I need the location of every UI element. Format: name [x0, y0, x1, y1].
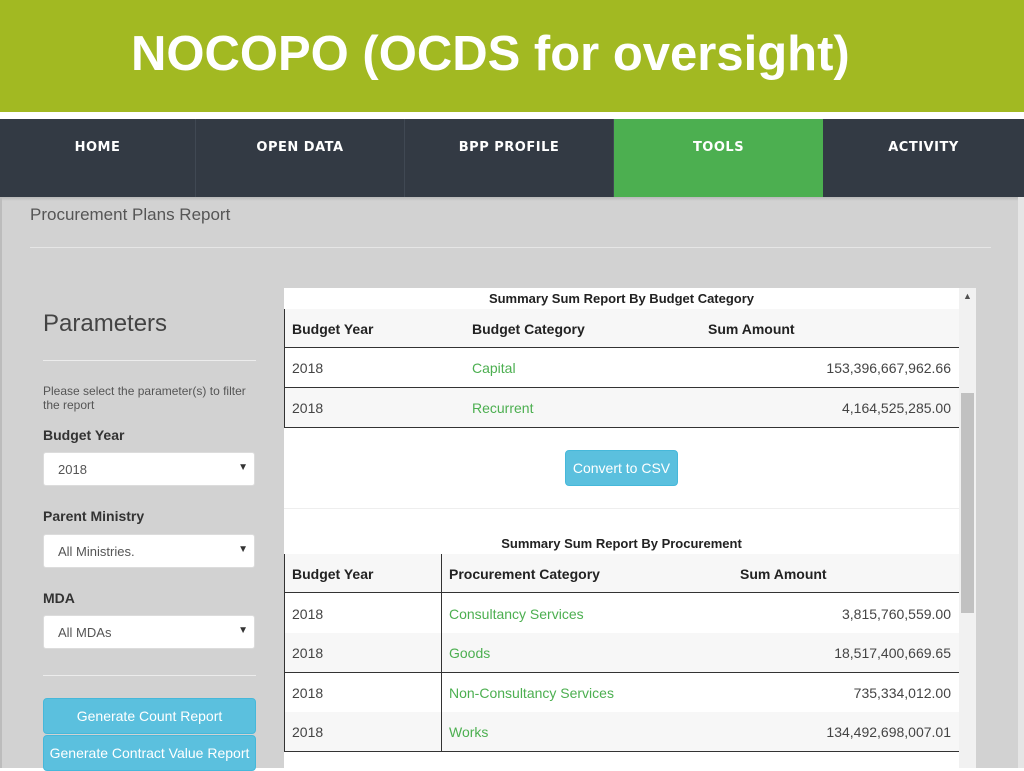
parent-ministry-label: Parent Ministry — [43, 508, 145, 524]
nav-label-bpp-profile: BPP PROFILE — [458, 140, 560, 155]
procurement-caption: Summary Sum Report By Procurement — [501, 536, 742, 551]
budget-category-caption: Summary Sum Report By Budget Category — [488, 291, 755, 306]
header-budget-year: Budget Year — [292, 321, 374, 337]
nav-item-open-data[interactable]: OPEN DATA — [196, 119, 405, 197]
header-banner: NOCOPO (OCDS for oversight) — [0, 0, 1024, 112]
dropdown-arrow-icon: ▼ — [238, 544, 248, 555]
parameters-title: Parameters — [43, 310, 168, 337]
row-divider — [284, 427, 959, 428]
cell-year: 2018 — [292, 645, 324, 661]
left-border — [0, 197, 2, 768]
mda-select[interactable]: All MDAs ▼ — [43, 615, 255, 649]
cell-category-link[interactable]: Capital — [472, 360, 516, 376]
cell-amount: 18,517,400,669.65 — [834, 645, 951, 661]
parameters-divider-bottom — [43, 675, 256, 676]
header-procurement-category: Procurement Category — [449, 566, 600, 582]
report-panel: Summary Sum Report By Budget Category Bu… — [284, 288, 959, 768]
budget-year-label: Budget Year — [43, 427, 125, 443]
nav-item-home[interactable]: HOME — [0, 119, 196, 197]
banner-title: NOCOPO (OCDS for oversight) — [131, 27, 850, 81]
table-row: 2018 Consultancy Services 3,815,760,559.… — [284, 594, 959, 633]
report-scrollbar[interactable]: ▲ — [959, 288, 976, 768]
parameters-help-text: Please select the parameter(s) to filter… — [43, 384, 246, 412]
nav-item-bpp-profile[interactable]: BPP PROFILE — [405, 119, 614, 197]
header-budget-category: Budget Category — [472, 321, 585, 337]
cell-category-link[interactable]: Works — [449, 724, 488, 740]
convert-to-csv-button[interactable]: Convert to CSV — [565, 450, 678, 486]
cell-year: 2018 — [292, 606, 324, 622]
parameters-divider — [43, 360, 256, 361]
cell-category-link[interactable]: Non-Consultancy Services — [449, 685, 614, 701]
header-sum-amount: Sum Amount — [708, 321, 795, 337]
mda-value: All MDAs — [58, 625, 112, 640]
title-divider — [30, 247, 991, 248]
table-row: 2018 Non-Consultancy Services 735,334,01… — [284, 673, 959, 712]
nav-item-activity[interactable]: ACTIVITY — [823, 119, 1024, 197]
cell-amount: 3,815,760,559.00 — [842, 606, 951, 622]
cell-year: 2018 — [292, 360, 324, 376]
dropdown-arrow-icon: ▼ — [238, 462, 248, 473]
table-row: 2018 Works 134,492,698,007.01 — [284, 712, 959, 751]
main-nav: HOME OPEN DATA BPP PROFILE TOOLS ACTIVIT… — [0, 119, 1024, 197]
right-edge — [1018, 197, 1024, 768]
generate-count-report-button[interactable]: Generate Count Report — [43, 698, 256, 734]
nav-label-activity: ACTIVITY — [888, 140, 959, 155]
generate-contract-value-report-button[interactable]: Generate Contract Value Report — [43, 735, 256, 771]
cell-year: 2018 — [292, 724, 324, 740]
procurement-header-row: Budget Year Procurement Category Sum Amo… — [284, 554, 959, 593]
table-left-border — [284, 554, 285, 752]
nav-label-tools: TOOLS — [692, 140, 745, 155]
budget-year-select[interactable]: 2018 ▼ — [43, 452, 255, 486]
nav-label-home: HOME — [74, 140, 121, 155]
cell-category-link[interactable]: Consultancy Services — [449, 606, 584, 622]
header-budget-year: Budget Year — [292, 566, 374, 582]
row-divider — [284, 751, 959, 752]
cell-amount: 4,164,525,285.00 — [842, 400, 951, 416]
header-sum-amount: Sum Amount — [740, 566, 827, 582]
cell-amount: 153,396,667,962.66 — [826, 360, 951, 376]
cell-year: 2018 — [292, 400, 324, 416]
table-row: 2018 Recurrent 4,164,525,285.00 — [284, 388, 959, 427]
scrollbar-thumb[interactable] — [961, 393, 974, 613]
dropdown-arrow-icon: ▼ — [238, 625, 248, 636]
scroll-up-arrow-icon[interactable]: ▲ — [959, 288, 976, 305]
nav-item-tools[interactable]: TOOLS — [614, 119, 823, 197]
nav-label-open-data: OPEN DATA — [256, 140, 344, 155]
cell-category-link[interactable]: Goods — [449, 645, 490, 661]
section-separator — [284, 508, 959, 509]
nav-shadow — [0, 197, 1024, 201]
mda-label: MDA — [43, 590, 75, 606]
parent-ministry-select[interactable]: All Ministries. ▼ — [43, 534, 255, 568]
table-left-border — [284, 309, 285, 428]
budget-category-header-row: Budget Year Budget Category Sum Amount — [284, 309, 959, 348]
page-title: Procurement Plans Report — [30, 205, 231, 224]
cell-category-link[interactable]: Recurrent — [472, 400, 533, 416]
budget-year-value: 2018 — [58, 462, 87, 477]
parent-ministry-value: All Ministries. — [58, 544, 135, 559]
cell-amount: 134,492,698,007.01 — [826, 724, 951, 740]
cell-amount: 735,334,012.00 — [853, 685, 951, 701]
table-row: 2018 Goods 18,517,400,669.65 — [284, 633, 959, 672]
column-divider — [441, 554, 442, 752]
table-row: 2018 Capital 153,396,667,962.66 — [284, 348, 959, 387]
cell-year: 2018 — [292, 685, 324, 701]
